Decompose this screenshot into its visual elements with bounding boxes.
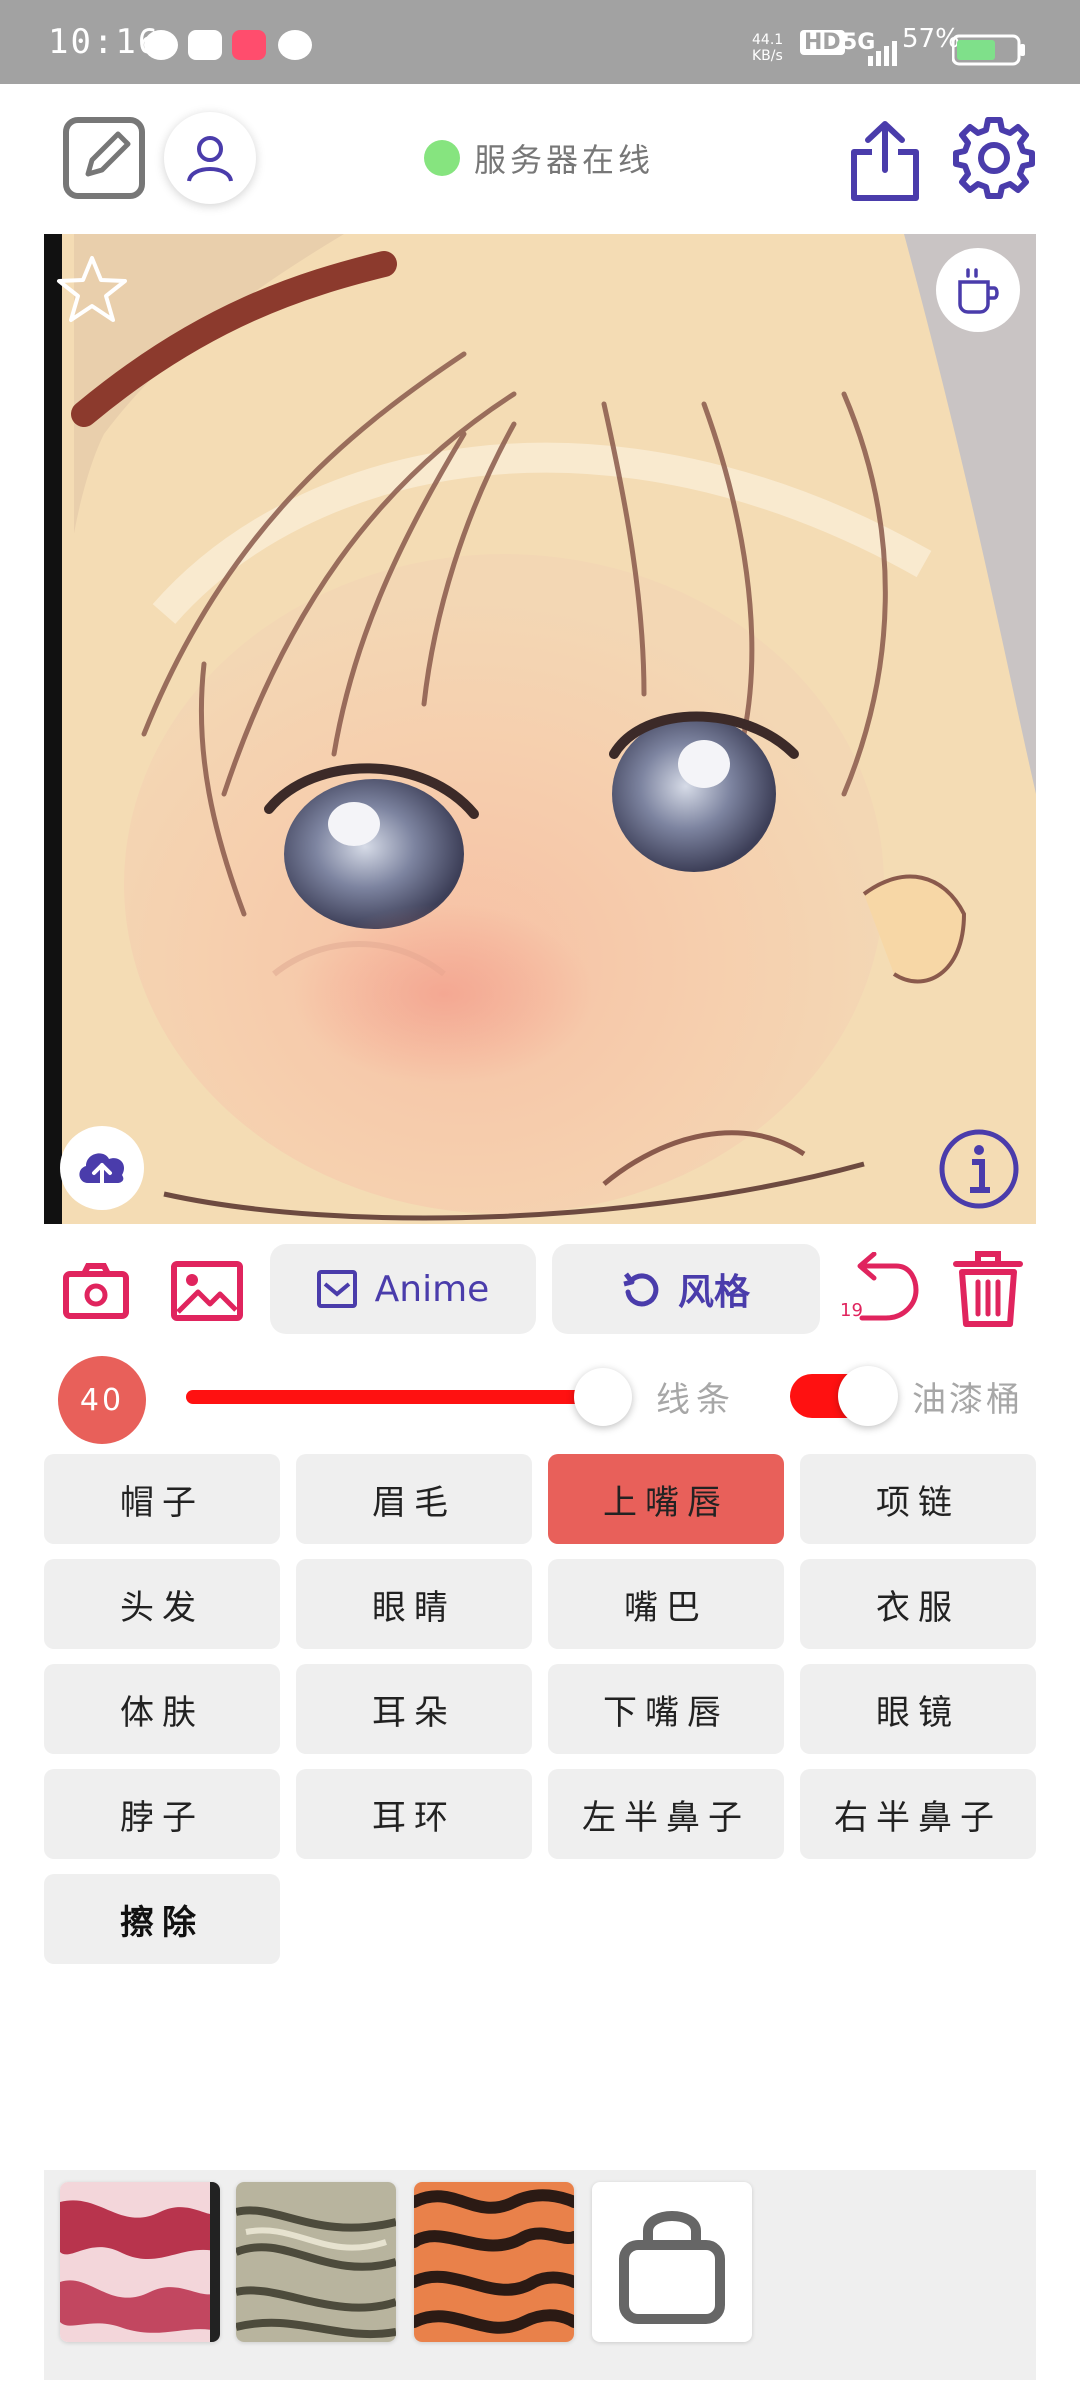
coffee-button[interactable] [936, 248, 1020, 332]
camera-button[interactable] [62, 1260, 130, 1320]
style-swatch-3[interactable] [414, 2182, 574, 2342]
favorite-button[interactable] [54, 252, 130, 328]
brush-size-slider[interactable] [186, 1390, 606, 1404]
part-button-earrings[interactable]: 耳环 [296, 1769, 532, 1859]
part-button-clothes[interactable]: 衣服 [800, 1559, 1036, 1649]
share-button[interactable] [846, 116, 924, 204]
profile-button[interactable] [164, 112, 256, 204]
pink-marble-texture [60, 2182, 220, 2342]
delete-button[interactable] [948, 1250, 1028, 1330]
part-button-ears[interactable]: 耳朵 [296, 1664, 532, 1754]
app-notification-icon [144, 30, 178, 60]
brush-size-slider-thumb[interactable] [574, 1368, 632, 1426]
style-swatch-1[interactable] [60, 2182, 220, 2342]
gallery-button[interactable] [170, 1260, 244, 1322]
rotate-icon [623, 1272, 659, 1307]
part-button-necklace[interactable]: 项链 [800, 1454, 1036, 1544]
part-button-skin[interactable]: 体肤 [44, 1664, 280, 1754]
gear-icon [953, 117, 1035, 199]
part-button-upper-lip[interactable]: 上嘴唇 [548, 1454, 784, 1544]
signal-icon [868, 41, 897, 66]
line-label: 线条 [656, 1380, 736, 1420]
style-label: 风格 [677, 1272, 750, 1313]
hd-badge: HD [800, 30, 845, 55]
upload-button[interactable] [60, 1126, 144, 1210]
trash-icon [953, 1251, 1023, 1327]
star-icon [57, 256, 127, 322]
tiger-stripes-texture [414, 2182, 574, 2342]
style-shop-button[interactable] [592, 2182, 752, 2342]
server-status-text: 服务器在线 [474, 141, 655, 179]
server-status: 服务器在线 [424, 136, 654, 180]
sketch-icon [63, 117, 145, 199]
app-notification-icon [188, 30, 222, 60]
settings-button[interactable] [952, 116, 1036, 200]
part-button-neck[interactable]: 脖子 [44, 1769, 280, 1859]
net-speed: 44.1 KB/s [752, 32, 784, 64]
model-label: Anime [374, 1268, 490, 1310]
part-button-eyebrows[interactable]: 眉毛 [296, 1454, 532, 1544]
part-button-hair[interactable]: 头发 [44, 1559, 280, 1649]
user-icon [187, 136, 233, 182]
drawing-canvas[interactable] [44, 234, 1036, 1224]
share-icon [851, 121, 919, 201]
model-select-button[interactable]: Anime [270, 1244, 536, 1334]
bag-icon [619, 2211, 725, 2324]
server-online-dot [424, 140, 460, 176]
part-button-eyes[interactable]: 眼睛 [296, 1559, 532, 1649]
part-button-erase[interactable]: 擦除 [44, 1874, 280, 1964]
battery-icon [952, 34, 1025, 66]
camera-icon [63, 1263, 129, 1319]
status-bar: 10:16 44.1 KB/s HD 5G 57% [0, 0, 1080, 84]
image-icon [171, 1261, 243, 1321]
olive-marble-texture [236, 2182, 396, 2342]
part-button-mouth[interactable]: 嘴巴 [548, 1559, 784, 1649]
style-button[interactable]: 风格 [552, 1244, 820, 1334]
part-button-glasses[interactable]: 眼镜 [800, 1664, 1036, 1754]
app-notification-icon [278, 30, 312, 60]
paint-bucket-toggle-thumb[interactable] [838, 1366, 898, 1426]
undo-count: 19 [840, 1300, 863, 1321]
paint-bucket-label: 油漆桶 [912, 1380, 1023, 1420]
style-swatch-2[interactable] [236, 2182, 396, 2342]
anime-portrait-image [44, 234, 1036, 1224]
info-button[interactable] [938, 1128, 1020, 1210]
undo-button[interactable]: 19 [840, 1251, 920, 1328]
coffee-icon [958, 268, 999, 314]
part-button-left-nose[interactable]: 左半鼻子 [548, 1769, 784, 1859]
info-icon [939, 1129, 1019, 1209]
checkbox-icon [316, 1270, 357, 1308]
brush-size-badge: 40 [58, 1356, 146, 1444]
cloud-upload-icon [79, 1153, 125, 1189]
sketch-mode-button[interactable] [62, 116, 146, 200]
part-button-lower-lip[interactable]: 下嘴唇 [548, 1664, 784, 1754]
part-button-hat[interactable]: 帽子 [44, 1454, 280, 1544]
app-notification-icon [232, 30, 266, 60]
part-button-right-nose[interactable]: 右半鼻子 [800, 1769, 1036, 1859]
